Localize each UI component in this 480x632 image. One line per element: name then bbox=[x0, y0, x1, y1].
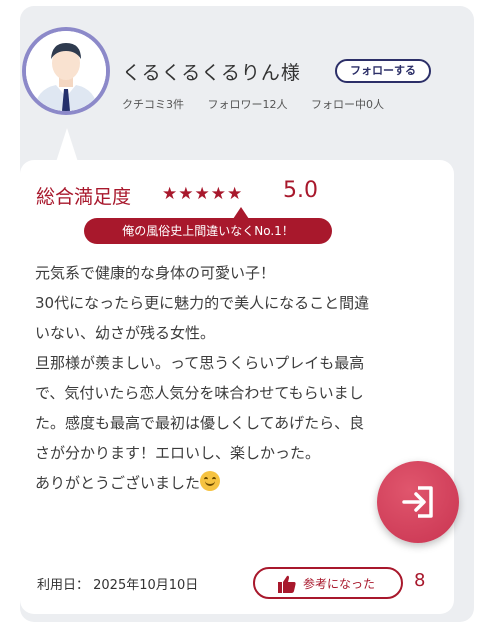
review-line: 旦那様が羨ましい。って思うくらいプレイも最高 bbox=[35, 354, 365, 372]
reviewer-stats: クチコミ3件 フォロワー12人 フォロー中0人 bbox=[122, 96, 404, 112]
review-line: で、気付いたら恋人気分を味合わせてもらいまし bbox=[35, 384, 364, 402]
smiling-face-emoji bbox=[200, 471, 221, 491]
login-arrow-icon bbox=[402, 486, 433, 518]
review-line: た。感度も最高で最初は優しくしてあげたら、良 bbox=[35, 414, 365, 432]
usage-date: 利用日： 2025年10月10日 bbox=[37, 578, 199, 593]
review-headline: 俺の風俗史上間違いなくNo.1！ bbox=[84, 218, 332, 244]
person-icon bbox=[26, 31, 106, 111]
helpful-button[interactable]: 参考になった bbox=[253, 567, 403, 599]
review-line: いない、幼さが残る女性。 bbox=[35, 324, 216, 342]
helpful-label: 参考になった bbox=[303, 577, 376, 591]
reviewer-name: くるくるくるりん様 bbox=[122, 62, 301, 84]
review-line: 元気系で健康的な身体の可愛い子！ bbox=[35, 264, 276, 282]
satisfaction-label: 総合満足度 bbox=[36, 186, 132, 208]
login-arrow-button[interactable] bbox=[377, 461, 459, 543]
review-count[interactable]: クチコミ3件 bbox=[122, 98, 184, 111]
follow-button[interactable]: フォローする bbox=[335, 59, 431, 83]
review-line: 30代になったら更に魅力的で美人になること間違 bbox=[35, 294, 370, 312]
following-count[interactable]: フォロー中0人 bbox=[311, 98, 384, 111]
card-pointer bbox=[56, 128, 78, 162]
review-line: さが分かります！エロいし、楽しかった。 bbox=[35, 444, 321, 462]
avatar[interactable] bbox=[22, 27, 110, 115]
review-body: 元気系で健康的な身体の可愛い子！ 30代になったら更に魅力的で美人になること間違… bbox=[35, 258, 440, 498]
review-line: ありがとうございました bbox=[35, 474, 201, 492]
star-rating: ★★★★★ bbox=[162, 184, 244, 204]
follower-count[interactable]: フォロワー12人 bbox=[208, 98, 288, 111]
thumbs-up-icon bbox=[278, 575, 296, 593]
rating-score: 5.0 bbox=[283, 178, 318, 203]
helpful-count: 8 bbox=[414, 570, 426, 591]
